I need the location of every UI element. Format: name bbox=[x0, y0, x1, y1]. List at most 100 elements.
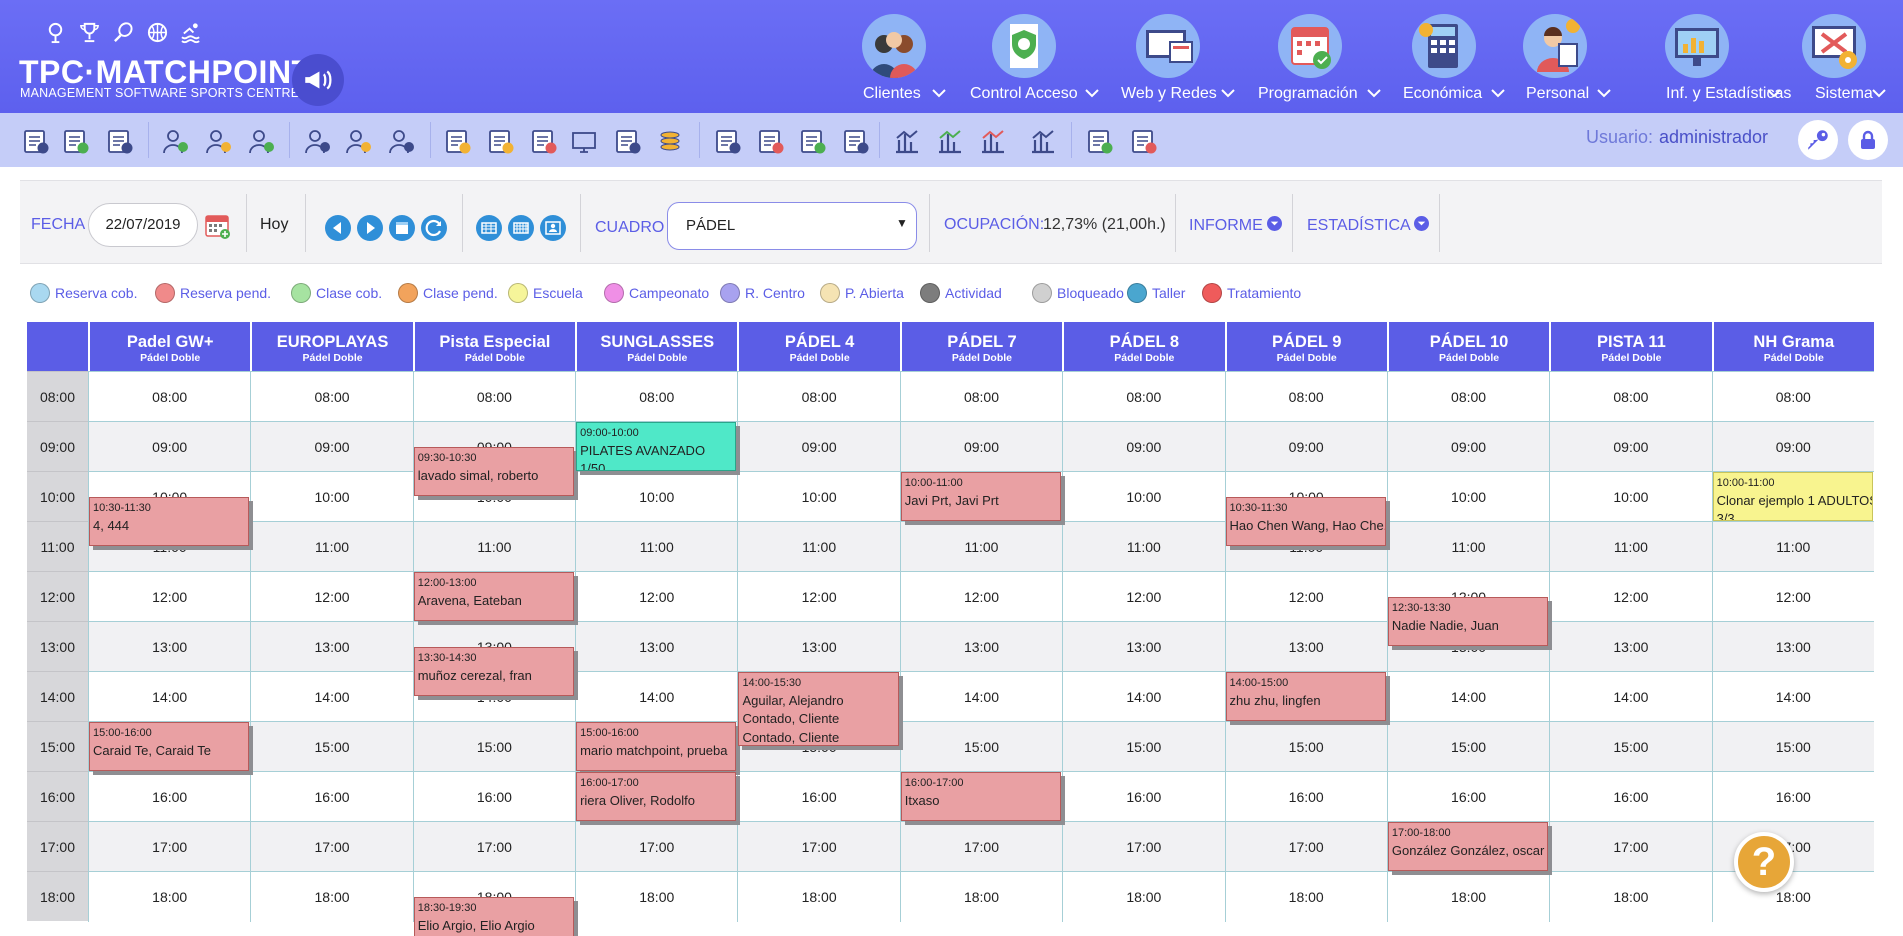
slot-cell[interactable]: 18:00 bbox=[1711, 872, 1874, 922]
court-header[interactable]: PÁDEL 4 Pádel Doble bbox=[737, 322, 900, 371]
slot-cell[interactable]: 09:00 bbox=[1386, 422, 1549, 472]
user-search-icon[interactable] bbox=[386, 126, 416, 156]
slot-cell[interactable]: 08:00 bbox=[1549, 372, 1711, 422]
slot-cell[interactable]: 15:00 bbox=[412, 722, 575, 772]
court-header[interactable]: Padel GW+ Pádel Doble bbox=[88, 322, 251, 371]
booking-block[interactable]: 15:00-16:00 Caraid Te, Caraid Te bbox=[89, 722, 250, 771]
slot-cell[interactable]: 11:00 bbox=[899, 522, 1062, 572]
booking-block[interactable]: 17:00-18:00 González González, oscar bbox=[1387, 822, 1549, 871]
slot-cell[interactable]: 11:00 bbox=[575, 522, 737, 572]
bank-icon[interactable] bbox=[1028, 126, 1058, 156]
cuadro-select[interactable]: PÁDEL bbox=[667, 202, 917, 250]
booking-block[interactable]: 15:00-16:00 mario matchpoint, prueba bbox=[576, 722, 737, 771]
informe-dropdown[interactable]: INFORME bbox=[1189, 216, 1283, 235]
slot-cell[interactable]: 17:00 bbox=[412, 822, 575, 872]
calendar-clock-icon[interactable] bbox=[20, 126, 50, 156]
chart-up-icon[interactable] bbox=[892, 126, 922, 156]
slot-cell[interactable]: 10:00 bbox=[250, 472, 412, 522]
clipboard-check-icon[interactable] bbox=[797, 126, 827, 156]
slot-cell[interactable]: 11:00 bbox=[412, 522, 575, 572]
slot-cell[interactable]: 15:00 bbox=[1711, 722, 1874, 772]
slot-cell[interactable]: 18:00 bbox=[1062, 872, 1224, 922]
slot-cell[interactable]: 11:00 bbox=[1062, 522, 1224, 572]
slot-cell[interactable]: 08:00 bbox=[412, 372, 575, 422]
slot-cell[interactable]: 16:00 bbox=[1711, 772, 1874, 822]
today-button[interactable]: Hoy bbox=[260, 216, 288, 234]
clipboard-alert-icon[interactable] bbox=[755, 126, 785, 156]
slot-cell[interactable]: 12:00 bbox=[88, 572, 250, 622]
slot-cell[interactable]: 13:00 bbox=[88, 622, 250, 672]
slot-cell[interactable]: 16:00 bbox=[1224, 772, 1387, 822]
slot-cell[interactable]: 09:00 bbox=[250, 422, 412, 472]
slot-cell[interactable]: 09:00 bbox=[899, 422, 1062, 472]
slot-cell[interactable]: 13:00 bbox=[575, 622, 737, 672]
slot-cell[interactable]: 17:00 bbox=[575, 822, 737, 872]
slot-cell[interactable]: 10:00 bbox=[1549, 472, 1711, 522]
slot-cell[interactable]: 08:00 bbox=[1224, 372, 1387, 422]
date-input[interactable]: 22/07/2019 bbox=[88, 203, 198, 247]
document-icon[interactable] bbox=[612, 126, 642, 156]
slot-cell[interactable]: 18:00 bbox=[1386, 872, 1549, 922]
slot-cell[interactable]: 15:00 bbox=[1224, 722, 1387, 772]
slot-cell[interactable]: 17:00 bbox=[737, 822, 899, 872]
screen-add-icon[interactable] bbox=[1084, 126, 1114, 156]
slot-cell[interactable]: 17:00 bbox=[250, 822, 412, 872]
booking-block[interactable]: 14:00-15:00 zhu zhu, lingfen bbox=[1225, 672, 1386, 721]
slot-cell[interactable]: 12:00 bbox=[1062, 572, 1224, 622]
court-header[interactable]: PÁDEL 8 Pádel Doble bbox=[1062, 322, 1225, 371]
court-header[interactable]: PÁDEL 7 Pádel Doble bbox=[899, 322, 1063, 371]
slot-cell[interactable]: 11:00 bbox=[1386, 522, 1549, 572]
booking-block[interactable]: 14:00-15:30 Aguilar, Alejandro Contado, Cl… bbox=[738, 672, 899, 746]
slot-cell[interactable]: 16:00 bbox=[250, 772, 412, 822]
slot-cell[interactable]: 09:00 bbox=[1711, 422, 1874, 472]
calendar-31-button[interactable] bbox=[389, 215, 415, 241]
view-week-button[interactable] bbox=[508, 215, 534, 241]
slot-cell[interactable]: 16:00 bbox=[1386, 772, 1549, 822]
slot-cell[interactable]: 18:00 bbox=[250, 872, 412, 922]
key-button[interactable] bbox=[1798, 120, 1838, 160]
court-header[interactable]: PÁDEL 10 Pádel Doble bbox=[1386, 322, 1550, 371]
user-add-icon[interactable] bbox=[160, 126, 190, 156]
slot-cell[interactable]: 08:00 bbox=[1386, 372, 1549, 422]
booking-block[interactable]: 09:30-10:30 lavado simal, roberto bbox=[413, 447, 575, 496]
booking-block[interactable]: 10:30-11:30 Hao Chen Wang, Hao Che... bbox=[1225, 497, 1386, 546]
slot-cell[interactable]: 17:00 bbox=[88, 822, 250, 872]
slot-cell[interactable]: 09:00 bbox=[1224, 422, 1387, 472]
booking-block[interactable]: 10:00-11:00 Clonar ejemplo 1 ADULTOS 3/3 bbox=[1712, 472, 1873, 521]
slot-cell[interactable]: 13:00 bbox=[1062, 622, 1224, 672]
slot-cell[interactable]: 14:00 bbox=[575, 672, 737, 722]
slot-cell[interactable]: 08:00 bbox=[88, 372, 250, 422]
slot-cell[interactable]: 14:00 bbox=[250, 672, 412, 722]
help-button[interactable]: ? bbox=[1734, 832, 1794, 892]
slot-cell[interactable]: 13:00 bbox=[250, 622, 412, 672]
slot-cell[interactable]: 10:00 bbox=[737, 472, 899, 522]
slot-cell[interactable]: 14:00 bbox=[1386, 672, 1549, 722]
form-money-icon[interactable] bbox=[485, 126, 515, 156]
view-people-button[interactable] bbox=[540, 215, 566, 241]
slot-cell[interactable]: 18:00 bbox=[1224, 872, 1387, 922]
slot-cell[interactable]: 16:00 bbox=[412, 772, 575, 822]
clipboard-clock-icon[interactable] bbox=[712, 126, 742, 156]
slot-cell[interactable]: 10:00 bbox=[575, 472, 737, 522]
booking-block[interactable]: 10:30-11:30 4, 444 bbox=[89, 497, 250, 546]
slot-cell[interactable]: 15:00 bbox=[1549, 722, 1711, 772]
slot-cell[interactable]: 16:00 bbox=[88, 772, 250, 822]
court-header[interactable]: PÁDEL 9 Pádel Doble bbox=[1224, 322, 1387, 371]
slot-cell[interactable]: 08:00 bbox=[737, 372, 899, 422]
clipboard-user-icon[interactable] bbox=[840, 126, 870, 156]
chart-red-icon[interactable] bbox=[978, 126, 1008, 156]
slot-cell[interactable]: 11:00 bbox=[737, 522, 899, 572]
slot-cell[interactable]: 15:00 bbox=[899, 722, 1062, 772]
booking-block[interactable]: 16:00-17:00 Itxaso bbox=[900, 772, 1062, 821]
slot-cell[interactable]: 16:00 bbox=[737, 772, 899, 822]
screen-remove-icon[interactable] bbox=[1128, 126, 1158, 156]
booking-block[interactable]: 16:00-17:00 riera Oliver, Rodolfo bbox=[576, 772, 737, 821]
lock-button[interactable] bbox=[1848, 120, 1888, 160]
slot-cell[interactable]: 18:00 bbox=[899, 872, 1062, 922]
court-header[interactable]: PISTA 11 Pádel Doble bbox=[1549, 322, 1712, 371]
court-header[interactable]: Pista Especial Pádel Doble bbox=[412, 322, 576, 371]
coins-icon[interactable] bbox=[655, 126, 685, 156]
booking-block[interactable]: 09:00-10:00 PILATES AVANZADO 1/50 bbox=[576, 422, 737, 471]
booking-block[interactable]: 13:30-14:30 muñoz cerezal, fran bbox=[413, 647, 575, 696]
slot-cell[interactable]: 12:00 bbox=[899, 572, 1062, 622]
